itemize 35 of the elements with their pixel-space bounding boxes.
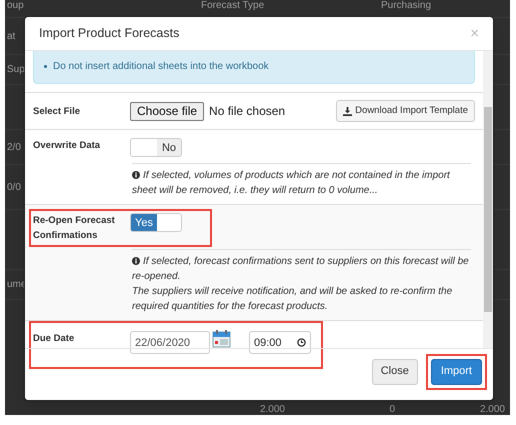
help-text: If selected, forecast confirmations sent to suppliers on this forecast will be re-opened. [132, 255, 470, 284]
field-label: Due Date [33, 332, 76, 346]
toggle-switch[interactable]: Yes [130, 213, 182, 232]
toggle-switch[interactable]: No [130, 138, 182, 158]
file-status: No file chosen [209, 103, 286, 120]
info-icon [132, 171, 140, 180]
info-icon [132, 257, 140, 266]
field-label: Select File [33, 104, 81, 119]
import-button[interactable]: Import [430, 358, 482, 384]
notice-text: Do not insert additional sheets into the workbook [53, 60, 269, 74]
download-icon [343, 106, 352, 116]
date-field[interactable]: 22/06/2020 [130, 331, 210, 354]
table-cell-text: 0 [388, 404, 395, 415]
table-cell-text: 0/0 [6, 180, 21, 194]
download-button[interactable]: Download Import Template [336, 100, 475, 122]
field-label: Re-Open Forecast Confirmations [33, 214, 116, 244]
table-cell-text: Sup [6, 63, 25, 77]
scrollbar[interactable] [483, 51, 493, 348]
table-header: Forecast Type [200, 0, 266, 12]
choose-file-button[interactable]: Choose file [130, 102, 204, 121]
time-field[interactable]: 09:00 [249, 331, 311, 354]
close-button[interactable]: Close [372, 358, 418, 384]
help-text: The suppliers will receive notification, and will be asked to re-confirm the required quantities for the forecast products. [132, 285, 454, 314]
table-cell-text: 2.000 [258, 404, 285, 415]
table-header: oup [6, 0, 25, 12]
table-cell-text: at [6, 30, 16, 44]
help-text: If selected, volumes of products which are not contained in the import sheet will be removed, i.e. they will return to 0 volume... [132, 169, 451, 198]
dialog-title: Import Product Forecasts [39, 25, 180, 42]
clock-icon [297, 338, 306, 348]
calendar-icon[interactable] [212, 329, 231, 348]
field-label: Overwrite Data [33, 139, 102, 154]
bullet-icon [44, 65, 47, 68]
table-cell-text: 2/0 [6, 140, 21, 154]
table-cell-text: 2.000 [478, 404, 505, 415]
table-header: Purchasing [380, 0, 432, 12]
